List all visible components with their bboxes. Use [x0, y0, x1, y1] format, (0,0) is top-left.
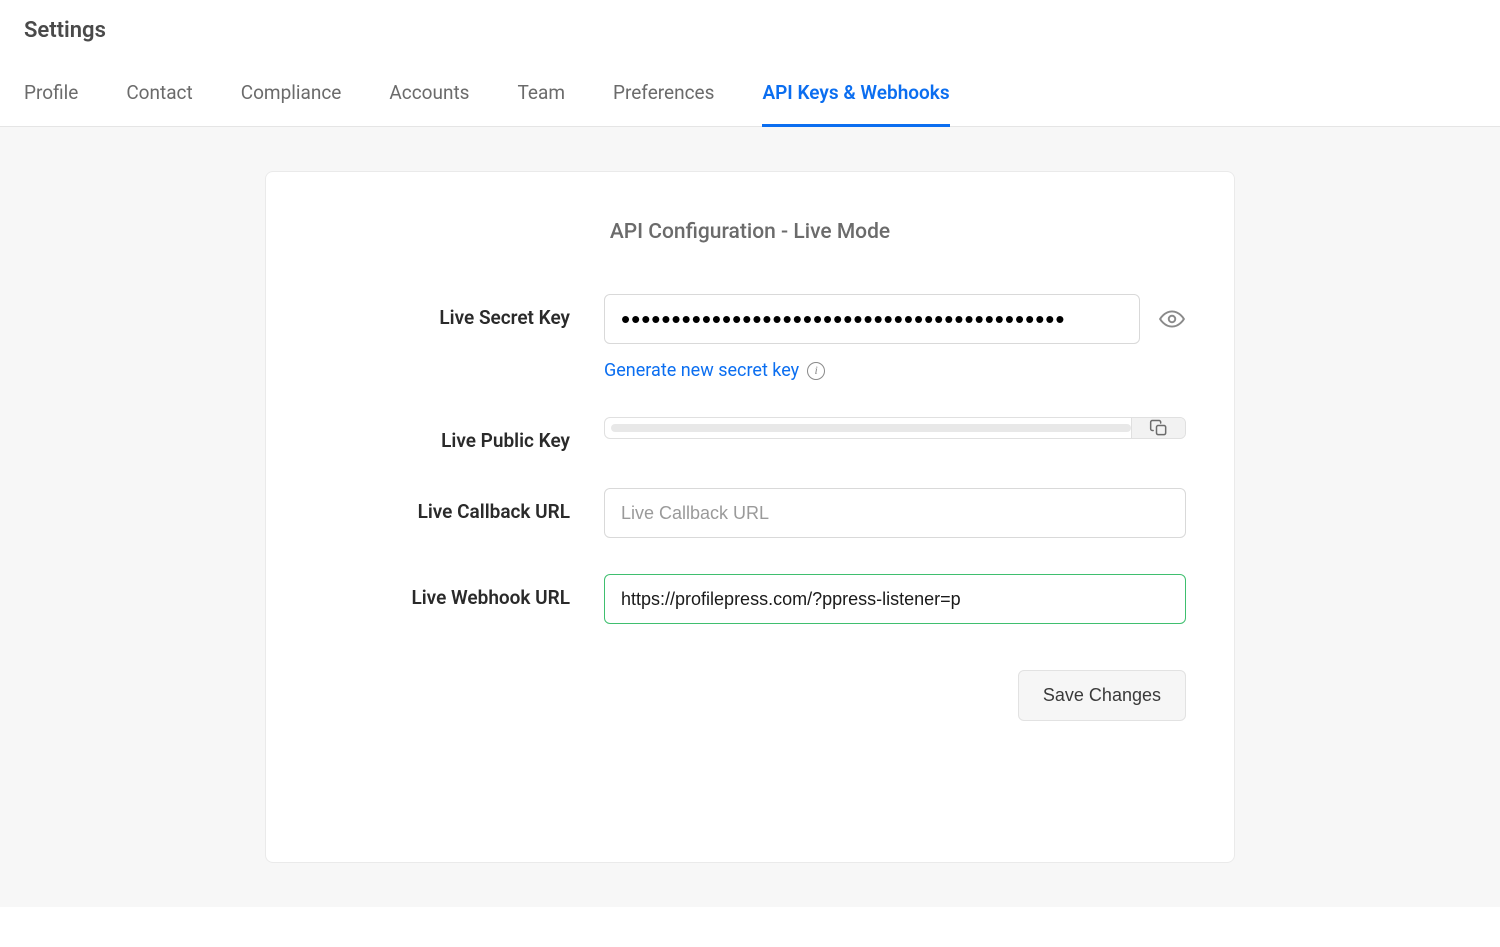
save-changes-button[interactable]: Save Changes — [1018, 670, 1186, 721]
page-title: Settings — [0, 0, 1500, 63]
eye-icon[interactable] — [1158, 305, 1186, 333]
card-title: API Configuration - Live Mode — [314, 220, 1186, 244]
row-callback-url: Live Callback URL — [314, 488, 1186, 538]
tabs: Profile Contact Compliance Accounts Team… — [0, 63, 1500, 127]
webhook-url-input[interactable] — [604, 574, 1186, 624]
secret-key-input[interactable] — [604, 294, 1140, 344]
tab-contact[interactable]: Contact — [126, 63, 192, 126]
row-webhook-url: Live Webhook URL — [314, 574, 1186, 624]
content-area: API Configuration - Live Mode Live Secre… — [0, 127, 1500, 907]
api-config-card: API Configuration - Live Mode Live Secre… — [265, 171, 1235, 863]
tab-preferences[interactable]: Preferences — [613, 63, 714, 126]
tab-team[interactable]: Team — [517, 63, 565, 126]
label-callback-url: Live Callback URL — [314, 488, 604, 523]
tab-profile[interactable]: Profile — [24, 63, 78, 126]
label-public-key: Live Public Key — [314, 417, 604, 452]
row-public-key: Live Public Key — [314, 417, 1186, 452]
copy-icon[interactable] — [1131, 418, 1185, 438]
actions: Save Changes — [314, 670, 1186, 721]
label-webhook-url: Live Webhook URL — [314, 574, 604, 609]
public-key-value — [611, 424, 1131, 432]
row-secret-key: Live Secret Key Generate new secret key … — [314, 294, 1186, 381]
callback-url-input[interactable] — [604, 488, 1186, 538]
tab-compliance[interactable]: Compliance — [241, 63, 342, 126]
label-secret-key: Live Secret Key — [314, 294, 604, 329]
public-key-box — [604, 417, 1186, 439]
tab-api-keys-webhooks[interactable]: API Keys & Webhooks — [762, 63, 949, 126]
generate-secret-link[interactable]: Generate new secret key — [604, 360, 799, 381]
info-icon[interactable]: i — [807, 362, 825, 380]
tab-accounts[interactable]: Accounts — [389, 63, 469, 126]
